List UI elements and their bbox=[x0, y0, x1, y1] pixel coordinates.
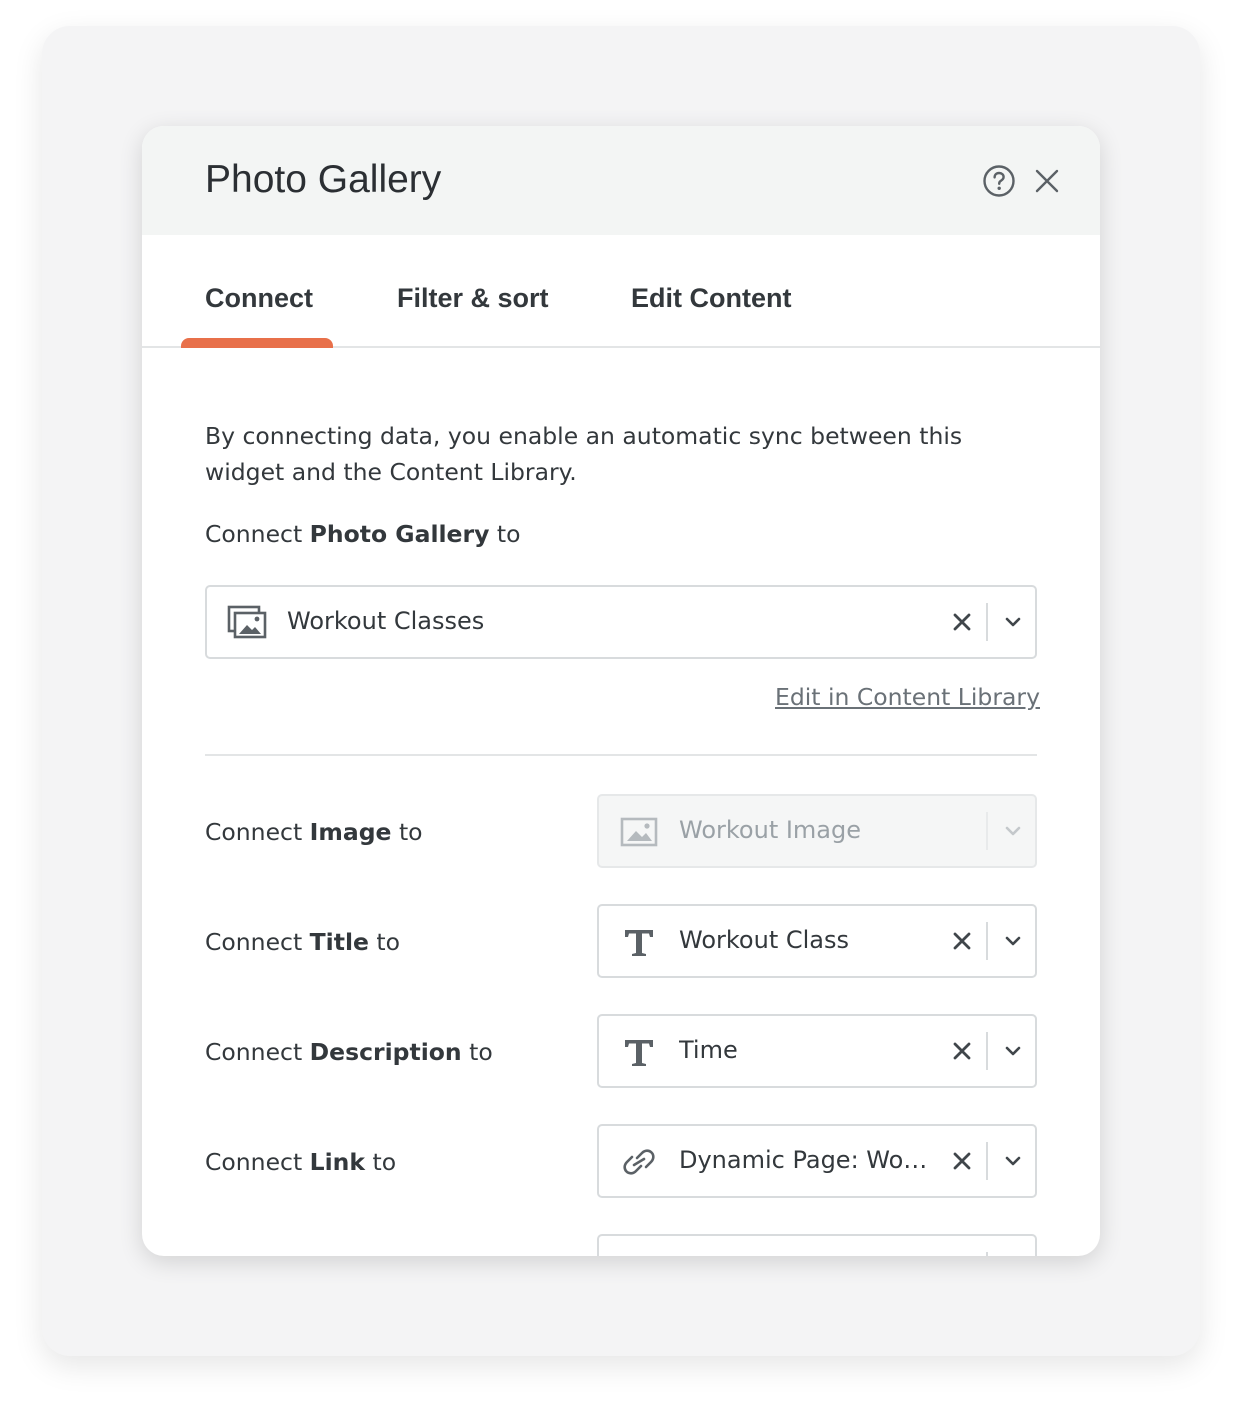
label-bold: Link bbox=[309, 1148, 366, 1176]
tab-bar: Connect Filter & sort Edit Content bbox=[142, 235, 1100, 348]
label-bold: Title bbox=[309, 928, 369, 956]
text-icon bbox=[625, 1040, 653, 1066]
field-icon bbox=[619, 1254, 659, 1256]
label-prefix: Connect bbox=[205, 1148, 310, 1176]
tab-filter-sort[interactable]: Filter & sort bbox=[397, 283, 549, 314]
clear-icon[interactable] bbox=[952, 1041, 972, 1061]
edit-in-content-library-link[interactable]: Edit in Content Library bbox=[775, 683, 1040, 711]
description-field-select[interactable]: Time bbox=[597, 1014, 1037, 1088]
title-field-select[interactable]: Workout Class bbox=[597, 904, 1037, 978]
tab-edit-content[interactable]: Edit Content bbox=[631, 283, 791, 314]
gallery-icon bbox=[227, 605, 267, 639]
label-bold: Photo Gallery bbox=[309, 520, 490, 548]
label-prefix: Connect bbox=[205, 928, 310, 956]
label-suffix: to bbox=[368, 928, 401, 956]
image-field-value: Workout Image bbox=[679, 816, 862, 844]
photo-gallery-dialog: Photo Gallery Connect Filter & sort Edit… bbox=[142, 126, 1100, 1256]
clear-icon[interactable] bbox=[952, 612, 972, 632]
select-divider bbox=[986, 1252, 988, 1256]
field-label-link: Connect Link to bbox=[205, 1148, 396, 1176]
description-field-value: Time bbox=[679, 1036, 738, 1064]
chevron-down-icon bbox=[1005, 826, 1021, 836]
select-divider bbox=[986, 603, 988, 641]
label-suffix: to bbox=[391, 818, 423, 846]
image-icon bbox=[620, 817, 658, 847]
chevron-down-icon[interactable] bbox=[1004, 934, 1022, 948]
chevron-down-icon[interactable] bbox=[1004, 1154, 1022, 1168]
link-icon bbox=[623, 1149, 655, 1175]
label-bold: Description bbox=[309, 1038, 462, 1066]
help-circle-icon[interactable] bbox=[982, 164, 1016, 198]
chevron-down-icon[interactable] bbox=[1004, 615, 1022, 629]
field-label-image: Connect Image to bbox=[205, 818, 423, 846]
field-label-title: Connect Title to bbox=[205, 928, 400, 956]
label-prefix: Connect bbox=[205, 520, 310, 548]
field-label-description: Connect Description to bbox=[205, 1038, 493, 1066]
main-connect-label: Connect Photo Gallery to bbox=[205, 520, 520, 548]
label-suffix: to bbox=[489, 520, 521, 548]
collection-select[interactable]: Workout Classes bbox=[205, 585, 1037, 659]
tab-connect[interactable]: Connect bbox=[205, 283, 313, 314]
label-suffix: to bbox=[461, 1038, 493, 1066]
link-field-value: Dynamic Page: Wo… bbox=[679, 1146, 928, 1174]
select-divider bbox=[986, 1032, 988, 1070]
image-field-select: Workout Image bbox=[597, 794, 1037, 868]
dialog-title: Photo Gallery bbox=[205, 158, 442, 201]
close-icon[interactable] bbox=[1032, 166, 1062, 196]
label-prefix: Connect bbox=[205, 818, 310, 846]
label-bold: Image bbox=[309, 818, 392, 846]
clear-icon[interactable] bbox=[952, 931, 972, 951]
title-field-value: Workout Class bbox=[679, 926, 849, 954]
dialog-header: Photo Gallery bbox=[142, 126, 1100, 235]
section-divider bbox=[205, 754, 1037, 756]
collection-value: Workout Classes bbox=[287, 607, 485, 635]
active-tab-indicator bbox=[181, 338, 333, 348]
select-divider bbox=[986, 812, 988, 850]
next-field-select[interactable] bbox=[597, 1234, 1037, 1256]
select-divider bbox=[986, 1142, 988, 1180]
chevron-down-icon[interactable] bbox=[1004, 1044, 1022, 1058]
link-field-select[interactable]: Dynamic Page: Wo… bbox=[597, 1124, 1037, 1198]
select-divider bbox=[986, 922, 988, 960]
text-icon bbox=[625, 930, 653, 956]
clear-icon[interactable] bbox=[952, 1151, 972, 1171]
intro-text: By connecting data, you enable an automa… bbox=[205, 422, 963, 486]
label-prefix: Connect bbox=[205, 1038, 310, 1066]
label-suffix: to bbox=[365, 1148, 397, 1176]
